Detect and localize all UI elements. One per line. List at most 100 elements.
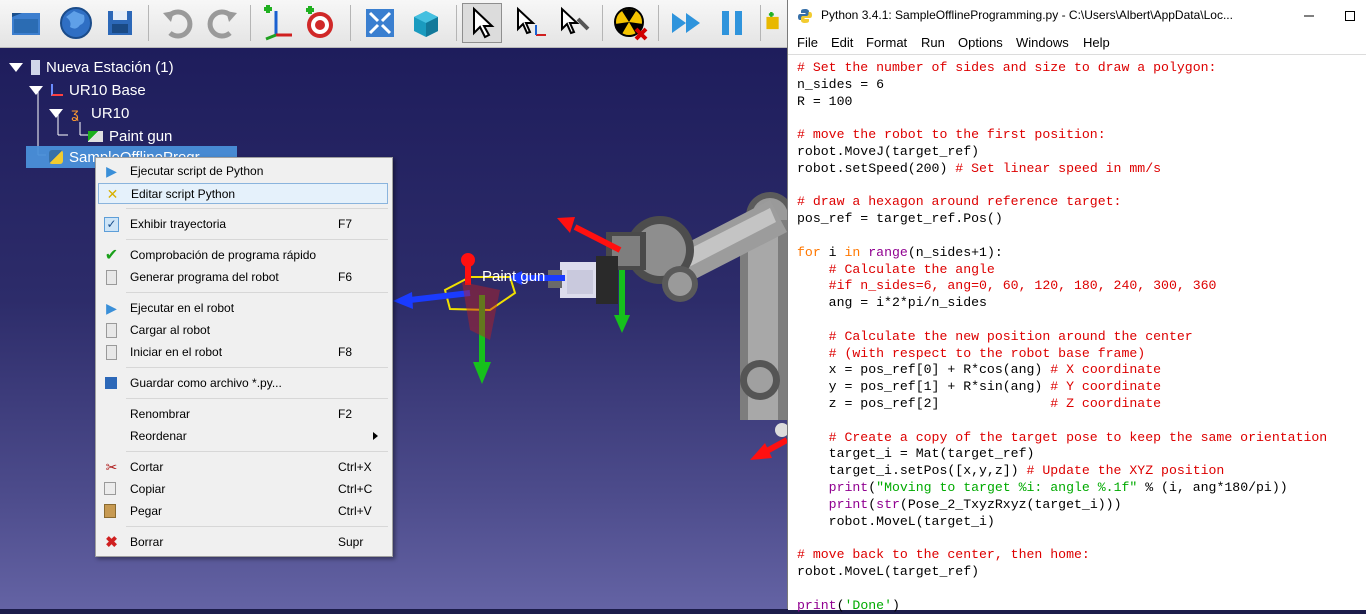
code-line[interactable]: # Calculate the angle	[797, 262, 995, 277]
tree-item-station[interactable]: Nueva Estación (1)	[9, 56, 174, 78]
minimize-button[interactable]	[1286, 0, 1332, 32]
menu-edit[interactable]: Edit	[831, 35, 853, 50]
extra-toolbar-icon[interactable]	[764, 3, 786, 43]
menu-item-paste[interactable]: Pegar Ctrl+V	[98, 501, 388, 522]
tree-label-robot: UR10	[91, 104, 130, 122]
tree-item-tool[interactable]: Paint gun	[88, 125, 172, 147]
code-line[interactable]: # Calculate the new position around the …	[797, 329, 1193, 344]
window-titlebar[interactable]: Python 3.4.1: SampleOfflineProgramming.p…	[788, 0, 1366, 32]
document-icon	[106, 323, 117, 338]
menu-item-reorder[interactable]: Reordenar	[98, 426, 388, 447]
fit-all-icon[interactable]	[360, 3, 400, 43]
menu-item-copy[interactable]: Copiar Ctrl+C	[98, 479, 388, 500]
code-line[interactable]: R = 100	[797, 94, 852, 109]
delete-icon: ✖	[105, 534, 118, 551]
run-icon: ▶	[106, 163, 117, 179]
menu-item-delete[interactable]: ✖ Borrar Supr	[98, 532, 388, 553]
code-line[interactable]: # (with respect to the robot base frame)	[797, 346, 1146, 361]
menu-item-rename[interactable]: Renombrar F2	[98, 404, 388, 425]
tree-label-station: Nueva Estación (1)	[46, 58, 174, 76]
scissors-icon: ✂	[105, 459, 118, 475]
3d-view-icon[interactable]	[406, 3, 446, 43]
open-icon[interactable]	[6, 3, 46, 43]
menu-bar: File Edit Format Run Options Windows Hel…	[788, 32, 1366, 54]
robot-arm	[548, 192, 787, 420]
move-reference-icon[interactable]	[510, 3, 550, 43]
code-line[interactable]: print('Done')	[797, 598, 900, 613]
expand-arrow-icon[interactable]	[9, 62, 23, 72]
code-line[interactable]: robot.MoveL(target_ref)	[797, 564, 979, 579]
submenu-arrow-icon	[373, 432, 378, 440]
menu-help[interactable]: Help	[1083, 35, 1110, 50]
fast-simulation-icon[interactable]	[666, 3, 706, 43]
menu-run[interactable]: Run	[921, 35, 945, 50]
menu-item-generate-program[interactable]: Generar programa del robot F6	[98, 267, 388, 288]
code-line[interactable]: for i in range(n_sides+1):	[797, 245, 1003, 260]
redo-icon[interactable]	[202, 3, 242, 43]
edit-script-icon: ✕	[106, 186, 119, 202]
code-line[interactable]: print(str(Pose_2_TxyzRxyz(target_i)))	[797, 497, 1122, 512]
paste-icon	[104, 504, 116, 518]
menu-item-show-path[interactable]: ✓ Exhibir trayectoria F7	[98, 214, 388, 235]
menu-options[interactable]: Options	[958, 35, 1003, 50]
code-line[interactable]: robot.MoveL(target_i)	[797, 514, 995, 529]
code-line[interactable]: # move back to the center, then home:	[797, 547, 1090, 562]
menu-item-start-on-robot[interactable]: Iniciar en el robot F8	[98, 342, 388, 363]
minimize-icon	[1304, 15, 1314, 17]
add-frame-icon[interactable]	[258, 3, 298, 43]
code-line[interactable]: # Create a copy of the target pose to ke…	[797, 430, 1328, 445]
code-line[interactable]: robot.setSpeed(200) # Set linear speed i…	[797, 161, 1161, 176]
python-logo-icon	[798, 9, 812, 23]
pause-icon[interactable]	[712, 3, 752, 43]
code-line[interactable]: # move the robot to the first position:	[797, 127, 1106, 142]
document-icon	[106, 270, 117, 285]
menu-file[interactable]: File	[797, 35, 818, 50]
tool-icon	[88, 130, 103, 142]
menu-item-run-on-robot[interactable]: ▶ Ejecutar en el robot	[98, 298, 388, 319]
menu-format[interactable]: Format	[866, 35, 907, 50]
menu-item-run-python[interactable]: ▶ Ejecutar script de Python	[98, 161, 388, 182]
code-line[interactable]: # Set the number of sides and size to dr…	[797, 60, 1216, 75]
code-editor[interactable]: # Set the number of sides and size to dr…	[788, 54, 1366, 613]
code-line[interactable]: y = pos_ref[1] + R*sin(ang) # Y coordina…	[797, 379, 1161, 394]
menu-windows[interactable]: Windows	[1016, 35, 1069, 50]
code-line[interactable]: target_i = Mat(target_ref)	[797, 446, 1035, 461]
robot-icon: ʓ	[71, 105, 79, 121]
maximize-icon	[1344, 11, 1355, 21]
idle-editor-window: Python 3.4.1: SampleOfflineProgramming.p…	[787, 0, 1366, 613]
tree-item-robot-base[interactable]: UR10 Base	[29, 79, 146, 101]
menu-item-cut[interactable]: ✂ Cortar Ctrl+X	[98, 457, 388, 478]
save-icon	[105, 377, 117, 389]
undo-icon[interactable]	[158, 3, 198, 43]
tree-item-robot[interactable]: ʓ UR10	[49, 102, 129, 124]
select-icon[interactable]	[462, 3, 502, 43]
code-text[interactable]: # Set the number of sides and size to dr…	[797, 60, 1327, 614]
expand-arrow-icon[interactable]	[49, 108, 63, 118]
code-line[interactable]: z = pos_ref[2] # Z coordinate	[797, 396, 1161, 411]
maximize-button[interactable]	[1332, 0, 1366, 32]
add-target-icon[interactable]	[300, 3, 340, 43]
expand-arrow-icon[interactable]	[29, 85, 43, 95]
code-line[interactable]: n_sides = 6	[797, 77, 884, 92]
copy-icon	[104, 482, 116, 495]
code-line[interactable]: x = pos_ref[0] + R*cos(ang) # X coordina…	[797, 362, 1161, 377]
checkbox-checked-icon: ✓	[104, 217, 119, 232]
code-line[interactable]: target_i.setPos([x,y,z]) # Update the XY…	[797, 463, 1225, 478]
code-line[interactable]: print("Moving to target %i: angle %.1f" …	[797, 480, 1288, 495]
code-line[interactable]: # draw a hexagon around reference target…	[797, 194, 1121, 209]
code-line[interactable]: #if n_sides=6, ang=0, 60, 120, 180, 240,…	[797, 278, 1217, 293]
frame-icon	[51, 84, 63, 96]
menu-item-upload-to-robot[interactable]: Cargar al robot	[98, 320, 388, 341]
web-icon[interactable]	[56, 3, 96, 43]
code-line[interactable]: ang = i*2*pi/n_sides	[797, 295, 987, 310]
code-line[interactable]: pos_ref = target_ref.Pos()	[797, 211, 1003, 226]
code-line[interactable]: robot.MoveJ(target_ref)	[797, 144, 979, 159]
menu-item-quick-check[interactable]: ✔ Comprobación de programa rápido	[98, 245, 388, 266]
move-tool-icon[interactable]	[554, 3, 594, 43]
menu-item-edit-python[interactable]: ✕ Editar script Python	[98, 183, 388, 204]
menu-item-save-as-py[interactable]: Guardar como archivo *.py...	[98, 373, 388, 394]
station-icon	[31, 59, 40, 75]
collision-icon[interactable]	[610, 3, 650, 43]
save-icon[interactable]	[100, 3, 140, 43]
run-icon: ▶	[106, 300, 117, 316]
